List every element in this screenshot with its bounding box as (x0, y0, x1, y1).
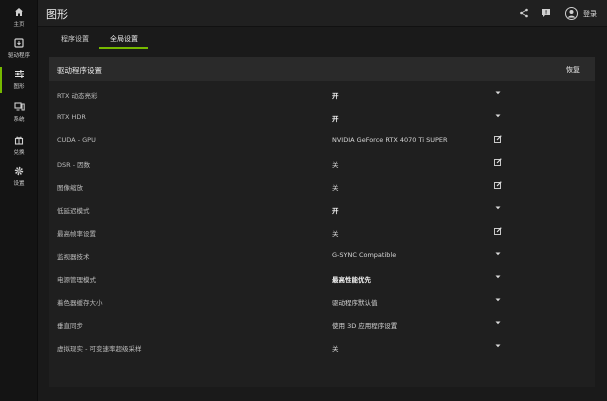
setting-name: 电源管理模式 (57, 276, 96, 284)
dropdown-arrow-icon[interactable] (493, 318, 503, 328)
home-icon (13, 6, 25, 18)
setting-value[interactable]: 开 (332, 90, 339, 100)
edit-icon[interactable] (493, 134, 503, 144)
page-title: 图形 (46, 8, 68, 21)
setting-name: 低延迟模式 (57, 207, 90, 215)
setting-name: 虚拟现实 - 可变速率超级采样 (57, 345, 142, 353)
sidebar-item-label: 图形 (13, 84, 25, 90)
setting-name: 图像缩放 (57, 184, 83, 192)
dropdown-arrow-icon[interactable] (493, 341, 503, 351)
panel-header: 驱动程序设置 恢复 (49, 57, 595, 81)
panel-title: 驱动程序设置 (57, 66, 102, 75)
dropdown-arrow-icon[interactable] (493, 272, 503, 282)
setting-name: 最高帧率设置 (57, 230, 96, 238)
gear-icon (13, 165, 25, 177)
sidebar-item-label: 设置 (13, 181, 25, 187)
setting-value[interactable]: 关 (332, 182, 339, 192)
tab-global-settings[interactable]: 全局设置 (110, 34, 138, 44)
driver-icon (13, 37, 25, 49)
setting-name: DSR - 因数 (57, 161, 91, 169)
restore-button[interactable]: 恢复 (566, 65, 580, 75)
sidebar-item-label: 驱动程序 (7, 53, 30, 59)
setting-name: CUDA - GPU (57, 136, 96, 144)
login-button[interactable]: 登录 (583, 9, 597, 19)
setting-row[interactable]: 垂直同步 使用 3D 应用程序设置 (49, 312, 595, 335)
sidebar-item-label: 兑换 (13, 150, 25, 156)
setting-row[interactable]: 监视器技术 G-SYNC Compatible (49, 243, 595, 266)
setting-row[interactable]: RTX 动态亮彩 开 (49, 82, 595, 105)
sliders-icon (13, 68, 25, 80)
setting-value[interactable]: 使用 3D 应用程序设置 (332, 320, 397, 330)
setting-row[interactable]: DSR - 因数 关 (49, 151, 595, 174)
sidebar-item-system[interactable]: 系统 (0, 99, 38, 129)
edit-icon[interactable] (493, 180, 503, 190)
sidebar-item-redeem[interactable]: 兑换 (0, 132, 38, 162)
sidebar-item-label: 系统 (13, 117, 25, 123)
setting-row[interactable]: 着色器缓存大小 驱动程序默认值 (49, 289, 595, 312)
dropdown-arrow-icon[interactable] (493, 203, 503, 213)
tab-program-settings[interactable]: 程序设置 (61, 34, 89, 44)
tab-bar: 程序设置 全局设置 (38, 27, 607, 50)
setting-name: RTX 动态亮彩 (57, 92, 98, 100)
setting-row[interactable]: RTX HDR 开 (49, 105, 595, 128)
edit-icon[interactable] (493, 157, 503, 167)
sidebar: 主页 驱动程序 图形 系统 兑换 设置 (0, 0, 38, 401)
monitor-icon (13, 101, 25, 113)
active-tab-indicator (99, 47, 148, 49)
setting-value[interactable]: 关 (332, 228, 339, 238)
setting-name: RTX HDR (57, 113, 86, 121)
app-window: 主页 驱动程序 图形 系统 兑换 设置 图形 登录 程序设置 全局设置 驱动程序… (0, 0, 607, 401)
sidebar-item-settings[interactable]: 设置 (0, 163, 38, 193)
edit-icon[interactable] (493, 226, 503, 236)
feedback-icon[interactable] (540, 7, 552, 19)
setting-value[interactable]: 最高性能优先 (332, 274, 371, 284)
sidebar-item-drivers[interactable]: 驱动程序 (0, 35, 38, 65)
gift-icon (13, 134, 25, 146)
sidebar-item-home[interactable]: 主页 (0, 4, 38, 34)
setting-value[interactable]: NVIDIA GeForce RTX 4070 Ti SUPER (332, 136, 448, 144)
dropdown-arrow-icon[interactable] (493, 295, 503, 305)
setting-value[interactable]: 关 (332, 159, 339, 169)
driver-settings-panel: 驱动程序设置 恢复 RTX 动态亮彩 开 RTX HDR 开 CUDA - GP… (49, 57, 595, 387)
user-avatar-icon[interactable] (564, 6, 578, 20)
setting-row[interactable]: 最高帧率设置 关 (49, 220, 595, 243)
setting-value[interactable]: G-SYNC Compatible (332, 251, 396, 259)
setting-value[interactable]: 开 (332, 205, 339, 215)
setting-value[interactable]: 关 (332, 343, 339, 353)
setting-value[interactable]: 开 (332, 113, 339, 123)
dropdown-arrow-icon[interactable] (493, 88, 503, 98)
setting-name: 着色器缓存大小 (57, 299, 103, 307)
share-icon[interactable] (518, 7, 530, 19)
sidebar-item-label: 主页 (13, 22, 25, 28)
dropdown-arrow-icon[interactable] (493, 111, 503, 121)
setting-row[interactable]: 低延迟模式 开 (49, 197, 595, 220)
setting-value[interactable]: 驱动程序默认值 (332, 297, 378, 307)
setting-row[interactable]: 图像缩放 关 (49, 174, 595, 197)
setting-name: 监视器技术 (57, 253, 90, 261)
setting-name: 垂直同步 (57, 322, 83, 330)
setting-row[interactable]: 电源管理模式 最高性能优先 (49, 266, 595, 289)
sidebar-item-graphics[interactable]: 图形 (0, 66, 38, 96)
top-bar: 图形 登录 (38, 0, 607, 27)
setting-row[interactable]: CUDA - GPU NVIDIA GeForce RTX 4070 Ti SU… (49, 128, 595, 151)
dropdown-arrow-icon[interactable] (493, 249, 503, 259)
setting-row[interactable]: 虚拟现实 - 可变速率超级采样 关 (49, 335, 595, 358)
